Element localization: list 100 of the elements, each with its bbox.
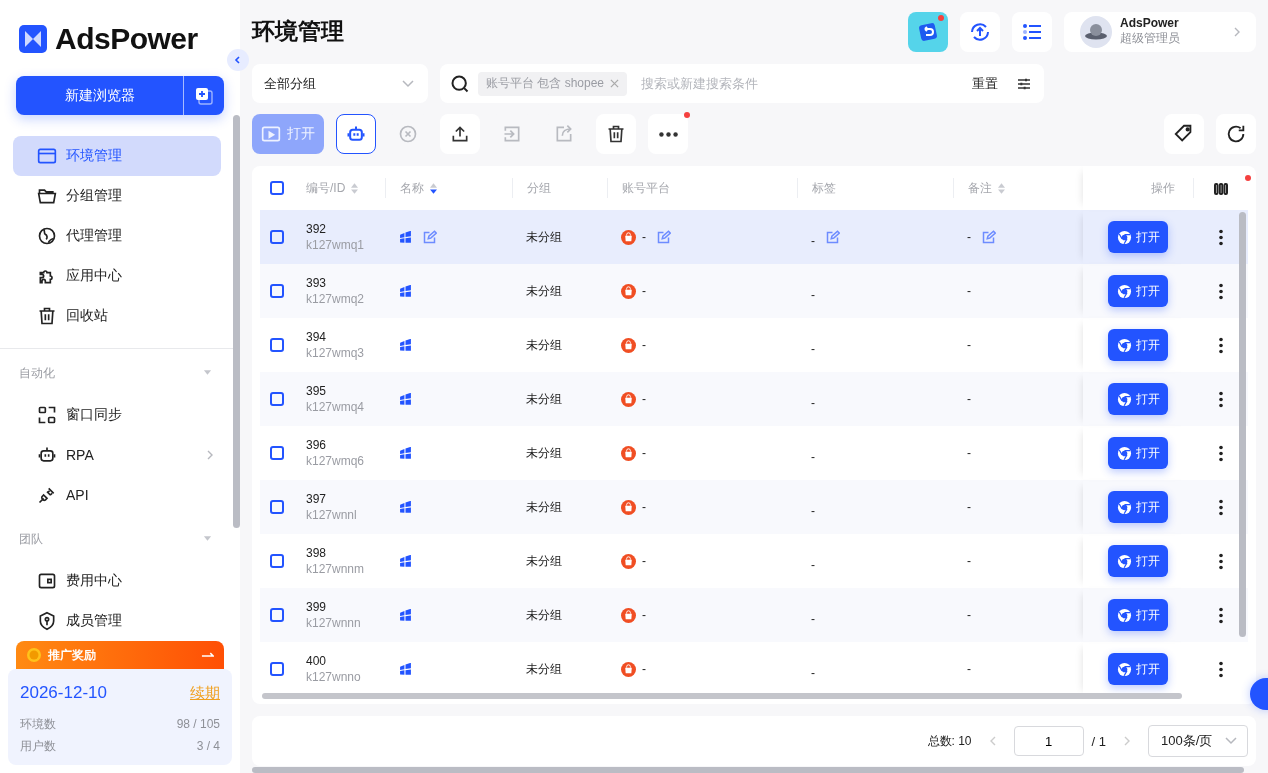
- tag-button[interactable]: [1164, 114, 1204, 155]
- more-icon[interactable]: [1218, 228, 1223, 246]
- more-icon[interactable]: [1218, 336, 1223, 354]
- serial-number: 393: [306, 276, 327, 291]
- page-title: 环境管理: [252, 17, 344, 47]
- open-button[interactable]: 打开: [1108, 599, 1168, 632]
- row-checkbox[interactable]: [270, 608, 284, 623]
- nav-item[interactable]: 代理管理: [13, 216, 221, 257]
- more-icon[interactable]: [1218, 444, 1223, 462]
- table-row[interactable]: 397 k127wnnl 未分组 - - - 打开: [260, 480, 1248, 535]
- browser-logo-icon: [1116, 337, 1132, 353]
- delete-button[interactable]: [596, 114, 636, 155]
- table-cell: 未分组: [526, 498, 562, 516]
- table-cell: -: [967, 446, 971, 461]
- table-cell: -: [967, 230, 971, 245]
- app-button[interactable]: [908, 11, 948, 52]
- globe-icon: [37, 226, 57, 247]
- edit-icon[interactable]: [981, 229, 996, 245]
- table-row[interactable]: 399 k127wnnn 未分组 - - - 打开: [260, 588, 1248, 643]
- open-button[interactable]: 打开: [1108, 653, 1168, 686]
- nav-item[interactable]: 成员管理: [13, 601, 221, 642]
- page-size-select[interactable]: 100条/页: [1148, 725, 1248, 758]
- more-icon[interactable]: [1218, 390, 1223, 408]
- more-icon[interactable]: [1218, 660, 1223, 678]
- more-button[interactable]: [648, 114, 688, 155]
- reset-link[interactable]: 重置: [972, 74, 998, 93]
- open-button[interactable]: 打开: [1108, 383, 1168, 416]
- shopping-bag-icon: [621, 661, 636, 677]
- row-checkbox[interactable]: [270, 500, 284, 515]
- table-cell: 未分组: [526, 606, 562, 624]
- windows-icon: [399, 608, 412, 622]
- table-row[interactable]: 394 k127wmq3 未分组 - - - 打开: [260, 318, 1248, 373]
- table-row[interactable]: 392 k127wmq1 未分组 - - - 打开: [260, 210, 1248, 265]
- edit-icon[interactable]: [422, 229, 437, 245]
- table-row[interactable]: 398 k127wnnm 未分组 - - - 打开: [260, 534, 1248, 589]
- share-icon: [554, 124, 574, 145]
- sort-icon[interactable]: [430, 182, 437, 194]
- scrollbar[interactable]: [1239, 212, 1246, 638]
- row-checkbox[interactable]: [270, 284, 284, 299]
- profile-id: k127wmq1: [306, 238, 365, 253]
- row-checkbox[interactable]: [270, 338, 284, 353]
- browser-window-icon: [37, 146, 57, 167]
- page-field[interactable]: 1: [1013, 726, 1084, 757]
- new-browser-button[interactable]: 新建浏览器: [16, 76, 224, 116]
- chevron-down-icon: [402, 79, 414, 88]
- open-button[interactable]: 打开: [1108, 329, 1168, 362]
- refresh-button[interactable]: [1216, 114, 1256, 155]
- rpa-button[interactable]: [336, 114, 376, 155]
- open-button[interactable]: 打开: [1108, 545, 1168, 578]
- select-all-checkbox[interactable]: [270, 181, 284, 196]
- table-cell-text: -: [811, 233, 815, 249]
- nav-item[interactable]: 回收站: [13, 296, 221, 337]
- windows-icon: [399, 662, 412, 676]
- more-icon[interactable]: [1218, 498, 1223, 516]
- scrollbar[interactable]: [262, 693, 1182, 700]
- row-checkbox[interactable]: [270, 662, 284, 677]
- nav-item[interactable]: 费用中心: [13, 561, 221, 602]
- nav-item[interactable]: 应用中心: [13, 256, 221, 297]
- table-row[interactable]: 395 k127wmq4 未分组 - - - 打开: [260, 372, 1248, 427]
- edit-icon[interactable]: [825, 229, 840, 245]
- collapse-button[interactable]: [227, 49, 249, 71]
- shopping-bag-icon: [621, 607, 636, 623]
- nav-item[interactable]: 分组管理: [13, 176, 221, 217]
- nav-item[interactable]: 环境管理: [13, 136, 221, 177]
- upgrade-button[interactable]: [960, 11, 1000, 52]
- group-select[interactable]: 全部分组: [252, 63, 428, 104]
- windows-icon: [399, 500, 412, 514]
- nav-item[interactable]: API: [13, 475, 221, 516]
- more-icon[interactable]: [1218, 282, 1223, 300]
- stat-label: 用户数: [20, 738, 56, 755]
- task-list-button[interactable]: [1012, 11, 1052, 52]
- open-button[interactable]: 打开: [1108, 221, 1168, 254]
- open-button[interactable]: 打开: [1108, 491, 1168, 524]
- table-row[interactable]: 396 k127wmq6 未分组 - - - 打开: [260, 426, 1248, 481]
- nav-item[interactable]: 窗口同步: [13, 395, 221, 436]
- nav-item[interactable]: RPA: [13, 435, 221, 476]
- shield-key-icon: [37, 611, 57, 632]
- row-checkbox[interactable]: [270, 230, 284, 245]
- scrollbar[interactable]: [233, 115, 240, 529]
- more-icon[interactable]: [1218, 552, 1223, 570]
- trash-icon: [606, 124, 626, 145]
- table-row[interactable]: 393 k127wmq2 未分组 - - - 打开: [260, 264, 1248, 319]
- upload-button[interactable]: [440, 114, 480, 155]
- column-settings-icon[interactable]: [1214, 181, 1228, 196]
- row-checkbox[interactable]: [270, 392, 284, 407]
- serial-number: 399: [306, 600, 327, 615]
- table-cell: -: [967, 500, 971, 515]
- open-button[interactable]: 打开: [1108, 437, 1168, 470]
- open-button[interactable]: 打开: [1108, 275, 1168, 308]
- row-checkbox[interactable]: [270, 554, 284, 569]
- more-icon[interactable]: [1218, 606, 1223, 624]
- browser-logo-icon: [1116, 283, 1132, 299]
- serial-number: 398: [306, 546, 327, 561]
- row-checkbox[interactable]: [270, 446, 284, 461]
- import-icon: [502, 124, 522, 145]
- edit-icon[interactable]: [656, 229, 671, 245]
- stat-value: 3 / 4: [196, 738, 220, 755]
- user-menu[interactable]: AdsPower 超级管理员: [1064, 11, 1256, 52]
- browser-logo-icon: [1116, 607, 1132, 623]
- stat-label: 环境数: [20, 716, 56, 733]
